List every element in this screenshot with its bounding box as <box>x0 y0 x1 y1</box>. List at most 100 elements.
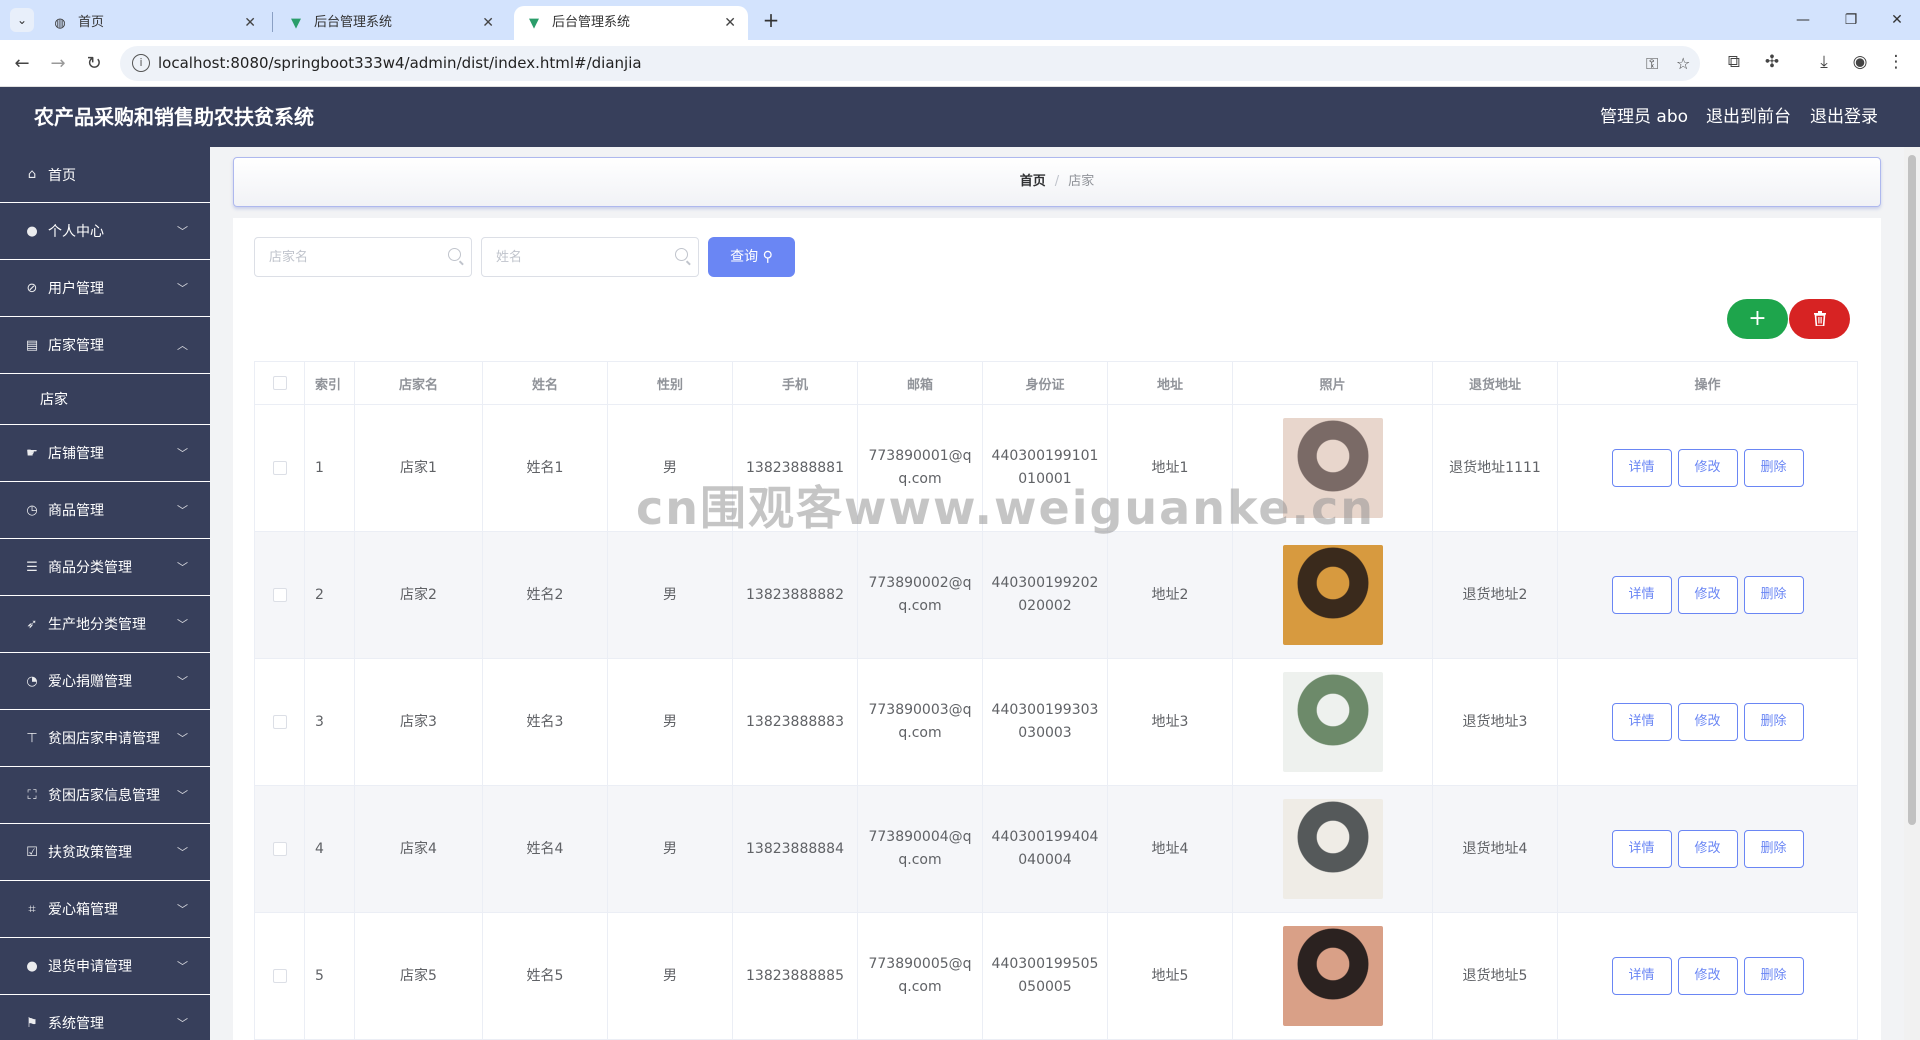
restore-icon[interactable]: ❐ <box>1828 0 1874 40</box>
download-icon[interactable]: ⤓ <box>1812 52 1836 72</box>
forward-icon[interactable]: → <box>44 50 72 78</box>
table-row: 2 店家2 姓名2 男 13823888882 773890002@qq.com… <box>254 531 1858 659</box>
cell-gender: 男 <box>607 531 733 659</box>
detail-button[interactable]: 详情 <box>1611 576 1672 614</box>
close-tab-icon[interactable]: ✕ <box>482 6 494 40</box>
shop-photo[interactable] <box>1282 926 1383 1026</box>
sidebar-item-shop-mgmt[interactable]: ▤ 店家管理 ︿ <box>0 317 210 374</box>
close-tab-icon[interactable]: ✕ <box>244 6 256 40</box>
delete-button[interactable]: 删除 <box>1743 957 1804 995</box>
address-bar[interactable]: i localhost:8080/springboot333w4/admin/d… <box>120 46 1700 81</box>
column-header: 地址 <box>1107 361 1233 405</box>
logout-link[interactable]: 退出登录 <box>1810 87 1878 147</box>
shop-name-input[interactable] <box>269 238 449 276</box>
clock-icon: ◷ <box>26 502 38 518</box>
sidebar-item-poor-shop-apply[interactable]: ⊤ 贫困店家申请管理 ﹀ <box>0 710 210 767</box>
delete-button[interactable]: 删除 <box>1743 449 1804 487</box>
sidebar-item-return-apply[interactable]: ● 退货申请管理 ﹀ <box>0 938 210 995</box>
password-key-icon[interactable]: ⚿ <box>1646 54 1658 74</box>
person-name-search[interactable] <box>481 237 699 277</box>
edit-button[interactable]: 修改 <box>1677 576 1738 614</box>
sidebar-item-goods-mgmt[interactable]: ◷ 商品管理 ﹀ <box>0 482 210 539</box>
url-text[interactable]: localhost:8080/springboot333w4/admin/dis… <box>158 46 642 81</box>
exit-to-front-link[interactable]: 退出到前台 <box>1706 87 1791 147</box>
sidebar-item-users[interactable]: ⊘ 用户管理 ﹀ <box>0 260 210 317</box>
delete-button[interactable]: 删除 <box>1743 576 1804 614</box>
edit-button[interactable]: 修改 <box>1677 957 1738 995</box>
profile-icon[interactable]: ◉ <box>1848 52 1872 72</box>
shop-name-search[interactable] <box>254 237 472 277</box>
detail-button[interactable]: 详情 <box>1611 830 1672 868</box>
menu-kebab-icon[interactable]: ⋮ <box>1884 52 1908 72</box>
cell-phone: 13823888885 <box>732 912 858 1040</box>
detail-button[interactable]: 详情 <box>1611 957 1672 995</box>
send-icon: ➶ <box>26 616 38 632</box>
detail-button[interactable]: 详情 <box>1611 703 1672 741</box>
row-checkbox[interactable] <box>272 460 287 475</box>
close-tab-icon[interactable]: ✕ <box>724 6 736 40</box>
site-info-icon[interactable]: i <box>132 54 150 72</box>
delete-button[interactable]: 删除 <box>1743 830 1804 868</box>
row-select-cell <box>254 785 305 913</box>
batch-delete-button[interactable] <box>1789 299 1850 339</box>
cell-return-address: 退货地址3 <box>1432 658 1558 786</box>
cell-return-address: 退货地址2 <box>1432 531 1558 659</box>
shop-photo[interactable] <box>1282 672 1383 772</box>
cell-idcard: 440300199202020002 <box>982 531 1108 659</box>
sidebar-item-poor-shop-info[interactable]: ⛶ 贫困店家信息管理 ﹀ <box>0 767 210 824</box>
browser-tab-3-active[interactable]: ▼ 后台管理系统 ✕ <box>514 6 748 40</box>
cell-phone: 13823888884 <box>732 785 858 913</box>
add-button[interactable]: + <box>1727 299 1788 339</box>
tab-search-icon[interactable]: ⌄ <box>10 8 34 32</box>
bookmark-star-icon[interactable]: ☆ <box>1676 54 1690 73</box>
shop-photo[interactable] <box>1282 799 1383 899</box>
sidebar-item-goods-category[interactable]: ☰ 商品分类管理 ﹀ <box>0 539 210 596</box>
search-icon <box>675 248 688 261</box>
cell-index: 4 <box>304 785 355 913</box>
browser-tab-2[interactable]: ▼ 后台管理系统 ✕ <box>276 6 506 40</box>
sidebar-item-home[interactable]: ⌂ 首页 <box>0 147 210 203</box>
sidebar-item-policy[interactable]: ☑ 扶贫政策管理 ﹀ <box>0 824 210 881</box>
cell-person-name: 姓名3 <box>482 658 608 786</box>
cell-shop-name: 店家5 <box>354 912 483 1040</box>
row-checkbox[interactable] <box>272 841 287 856</box>
back-icon[interactable]: ← <box>8 50 36 78</box>
user-icon: ● <box>26 223 38 239</box>
breadcrumb-home[interactable]: 首页 <box>1020 174 1046 189</box>
screenshot-icon[interactable]: ⧉ <box>1722 52 1746 72</box>
row-checkbox[interactable] <box>272 968 287 983</box>
shop-photo[interactable] <box>1282 545 1383 645</box>
new-tab-icon[interactable]: + <box>758 8 784 34</box>
sidebar-subitem-shop[interactable]: 店家 <box>0 374 210 425</box>
sidebar-item-origin-category[interactable]: ➶ 生产地分类管理 ﹀ <box>0 596 210 653</box>
chevron-down-icon: ﹀ <box>177 504 188 517</box>
edit-button[interactable]: 修改 <box>1677 830 1738 868</box>
window-close-icon[interactable]: ✕ <box>1874 0 1920 40</box>
edit-button[interactable]: 修改 <box>1677 703 1738 741</box>
cell-address: 地址3 <box>1107 658 1233 786</box>
row-checkbox[interactable] <box>272 587 287 602</box>
page-scrollbar-thumb[interactable] <box>1908 155 1916 825</box>
cell-idcard: 440300199404040004 <box>982 785 1108 913</box>
cell-person-name: 姓名4 <box>482 785 608 913</box>
edit-button[interactable]: 修改 <box>1677 449 1738 487</box>
browser-tab-1[interactable]: ◍ 首页 ✕ <box>40 6 268 40</box>
reload-icon[interactable]: ↻ <box>80 50 108 78</box>
delete-button[interactable]: 删除 <box>1743 703 1804 741</box>
sidebar-item-profile[interactable]: ● 个人中心 ﹀ <box>0 203 210 260</box>
tab-divider <box>272 12 273 32</box>
select-all-checkbox[interactable] <box>272 376 287 390</box>
cell-gender: 男 <box>607 785 733 913</box>
extensions-icon[interactable]: ✣ <box>1760 52 1784 72</box>
sidebar-item-love-box[interactable]: ⌗ 爱心箱管理 ﹀ <box>0 881 210 938</box>
sidebar-item-donation[interactable]: ◔ 爱心捐赠管理 ﹀ <box>0 653 210 710</box>
query-button[interactable]: 查询 ⚲ <box>708 237 795 277</box>
person-name-input[interactable] <box>496 238 676 276</box>
sidebar-item-store-mgmt[interactable]: ☛ 店铺管理 ﹀ <box>0 425 210 482</box>
sidebar-item-system[interactable]: ⚑ 系统管理 ﹀ <box>0 995 210 1040</box>
minimize-icon[interactable]: — <box>1780 0 1826 40</box>
table-header-row: 索引 店家名 姓名 性别 手机 邮箱 身份证 地址 照片 退货地址 操作 <box>254 361 1858 405</box>
row-checkbox[interactable] <box>272 714 287 729</box>
detail-button[interactable]: 详情 <box>1611 449 1672 487</box>
cell-shop-name: 店家2 <box>354 531 483 659</box>
